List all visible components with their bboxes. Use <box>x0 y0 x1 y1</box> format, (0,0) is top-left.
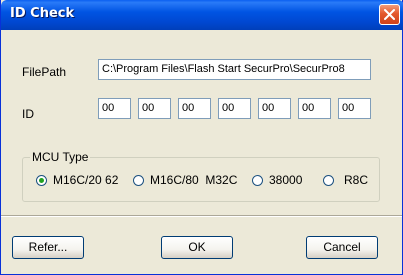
radio-m16c-80-m32c[interactable]: M16C/80 M32C <box>133 173 237 187</box>
radio-m16c-20-62[interactable]: M16C/20 62 <box>36 173 118 187</box>
radio-indicator[interactable] <box>323 174 334 186</box>
cancel-button[interactable]: Cancel <box>306 236 378 259</box>
radio-indicator[interactable] <box>36 174 47 186</box>
window-title: ID Check <box>10 6 75 21</box>
close-button[interactable] <box>379 4 400 25</box>
id-field-7[interactable]: 00 <box>338 98 371 119</box>
id-check-dialog: ID Check FilePath C:\Program Files\Flash… <box>0 0 403 275</box>
radio-indicator[interactable] <box>252 174 263 186</box>
radio-label: M16C/20 62 <box>53 173 119 187</box>
id-field-2[interactable]: 00 <box>138 98 171 119</box>
radio-label: 38000 <box>269 173 303 187</box>
close-icon <box>384 9 395 20</box>
radio-label: R8C <box>344 173 369 187</box>
id-field-3[interactable]: 00 <box>178 98 211 119</box>
filepath-label: FilePath <box>22 65 67 79</box>
radio-label: M16C/80 M32C <box>150 173 238 187</box>
radio-r8c[interactable]: R8C <box>323 173 368 187</box>
mcu-type-label: MCU Type <box>30 150 91 164</box>
id-field-6[interactable]: 00 <box>298 98 331 119</box>
id-field-1[interactable]: 00 <box>98 98 131 119</box>
id-field-4[interactable]: 00 <box>218 98 251 119</box>
ok-button[interactable]: OK <box>161 236 233 259</box>
refer-button[interactable]: Refer... <box>12 236 84 259</box>
id-field-5[interactable]: 00 <box>258 98 291 119</box>
filepath-input[interactable]: C:\Program Files\Flash Start SecurPro\Se… <box>98 59 371 80</box>
title-bar[interactable]: ID Check <box>1 0 403 30</box>
radio-38000[interactable]: 38000 <box>252 173 302 187</box>
divider <box>1 215 402 217</box>
id-label: ID <box>22 107 34 121</box>
radio-indicator[interactable] <box>133 174 144 186</box>
